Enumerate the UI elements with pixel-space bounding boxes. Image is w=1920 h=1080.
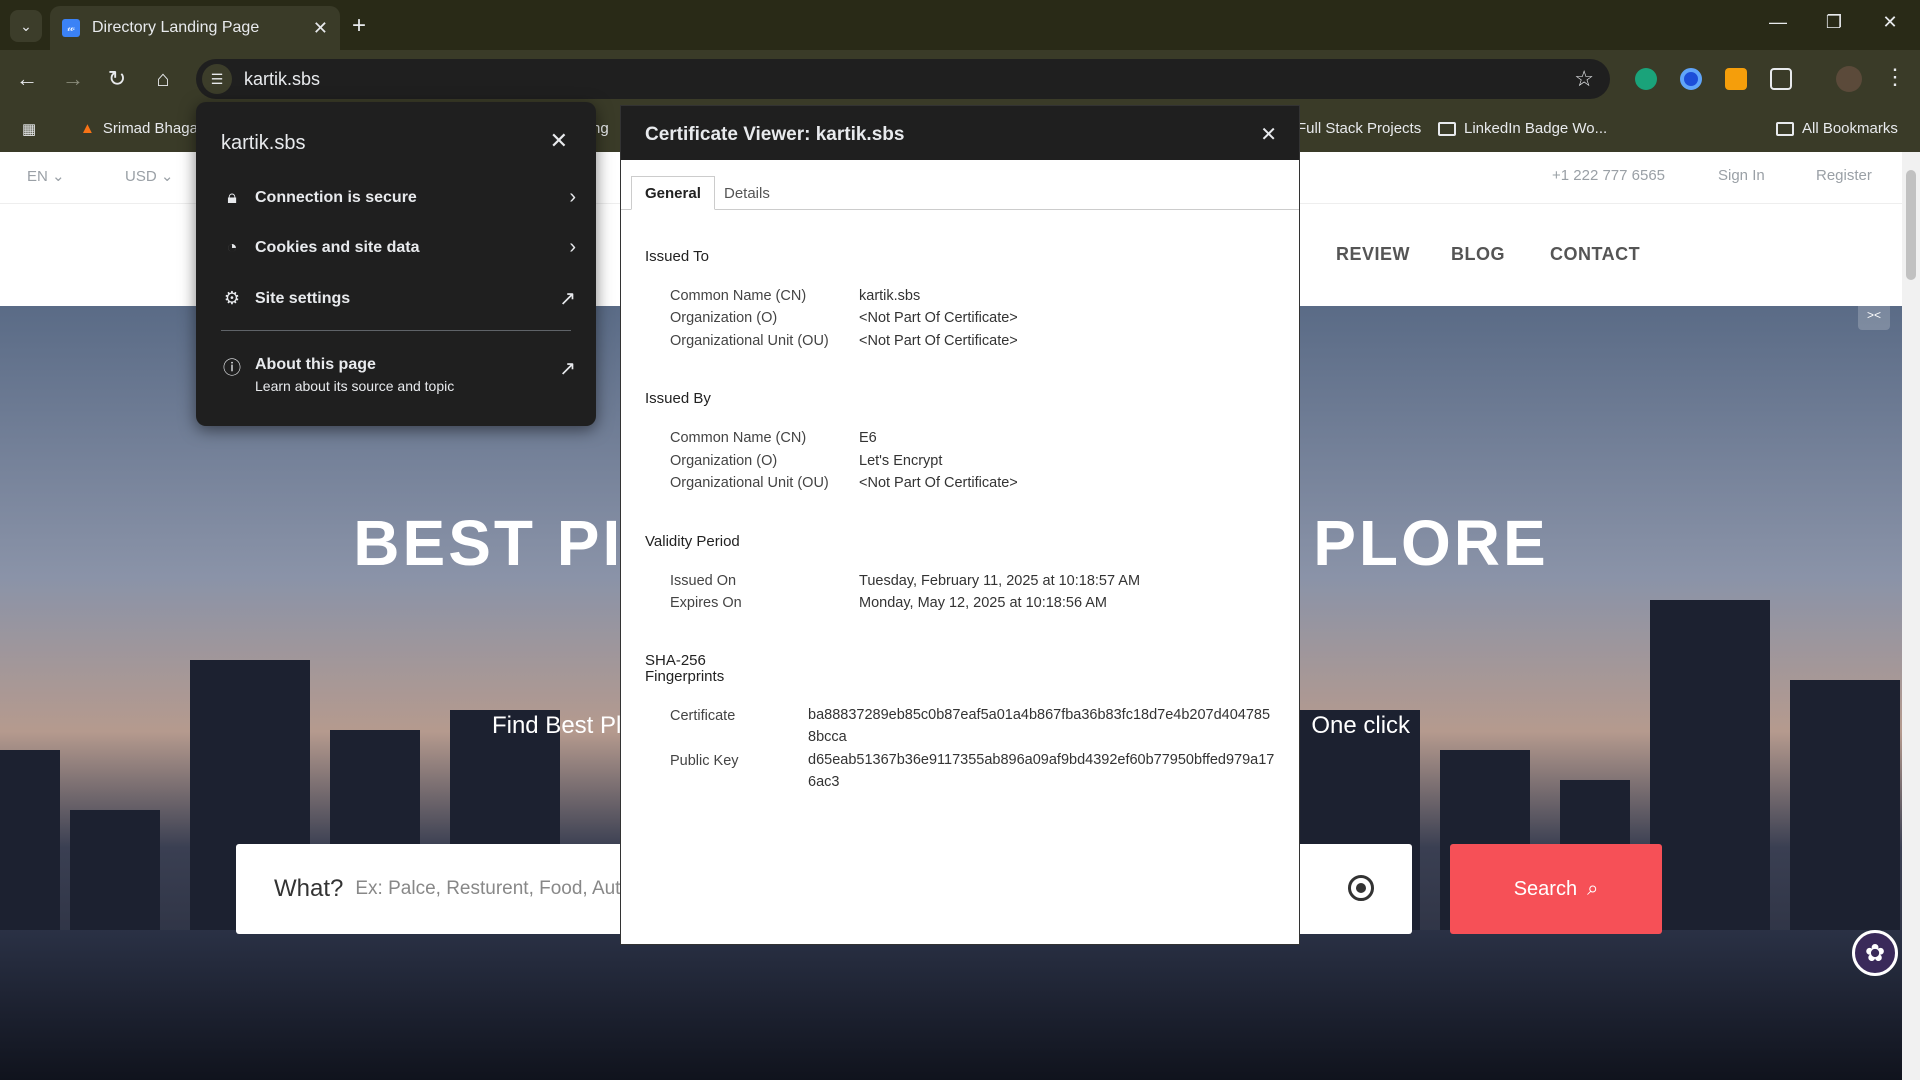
- external-link-icon: ↗: [559, 288, 576, 310]
- dialog-tabs: General Details: [621, 176, 1299, 210]
- tab-general[interactable]: General: [631, 176, 715, 210]
- forward-icon[interactable]: →: [58, 66, 88, 92]
- certificate-viewer-dialog: Certificate Viewer: kartik.sbs ✕ General…: [620, 105, 1300, 945]
- page-scrollbar[interactable]: [1902, 152, 1920, 1080]
- lock-icon: 🔒︎: [227, 187, 237, 207]
- chevron-right-icon: ›: [569, 236, 576, 258]
- issued-to-ou-key: Organizational Unit (OU): [670, 333, 829, 349]
- info-icon: ⓘ: [223, 358, 241, 378]
- bookmark-favicon-icon: ▲: [80, 120, 95, 137]
- site-info-icon[interactable]: ☰: [202, 64, 232, 94]
- cookies-item[interactable]: ◔ Cookies and site data ›: [221, 236, 576, 259]
- dialog-header: Certificate Viewer: kartik.sbs ✕: [621, 106, 1299, 160]
- apps-grid-icon[interactable]: ▦: [22, 120, 36, 138]
- dialog-title: Certificate Viewer: kartik.sbs: [645, 124, 905, 145]
- issued-to-o-key: Organization (O): [670, 310, 778, 326]
- issued-to-cn-value: kartik.sbs: [859, 288, 921, 304]
- issued-by-ou-key: Organizational Unit (OU): [670, 475, 829, 491]
- url-text[interactable]: kartik.sbs: [244, 69, 1574, 90]
- site-info-popup: kartik.sbs ✕ 🔒︎ Connection is secure › ◔…: [196, 102, 596, 426]
- close-icon[interactable]: ✕: [550, 128, 568, 154]
- issued-on-key: Issued On: [670, 573, 737, 589]
- issued-to-heading: Issued To: [645, 248, 709, 265]
- maximize-button[interactable]: ❐: [1814, 12, 1854, 33]
- tab-active[interactable]: 𝓌 Directory Landing Page ✕: [50, 6, 340, 50]
- currency-select[interactable]: USD ⌄: [125, 167, 173, 185]
- popup-title: kartik.sbs: [221, 132, 306, 154]
- issued-by-cn-value: E6: [859, 430, 877, 446]
- fingerprints-heading: SHA-256 Fingerprints: [645, 652, 725, 685]
- folder-icon: [1438, 121, 1456, 136]
- extension-circle-icon[interactable]: [1680, 68, 1702, 90]
- popup-divider: [221, 330, 571, 331]
- home-icon[interactable]: ⌂: [148, 66, 178, 92]
- bay-water: [0, 930, 1902, 1080]
- close-icon[interactable]: ✕: [1260, 122, 1277, 147]
- expires-on-key: Expires On: [670, 595, 742, 611]
- bookmark-folder[interactable]: LinkedIn Badge Wo...: [1438, 120, 1607, 137]
- fp-certificate-key: Certificate: [670, 708, 736, 724]
- extension-orange-icon[interactable]: [1725, 68, 1747, 90]
- bookmark-star-icon[interactable]: ☆: [1574, 66, 1594, 92]
- bookmark-item[interactable]: Full Stack Projects: [1297, 120, 1421, 137]
- about-page-item[interactable]: ⓘ About this page Learn about its source…: [221, 356, 576, 394]
- cookie-icon: ◔: [226, 237, 238, 257]
- menu-kebab-icon[interactable]: ⋮: [1880, 64, 1910, 90]
- extension-quote-icon[interactable]: [1635, 68, 1657, 90]
- tab-strip: ⌄ 𝓌 Directory Landing Page ✕ + — ❐ ✕: [0, 0, 1920, 50]
- expand-icon[interactable]: ><: [1858, 300, 1890, 330]
- issued-to-ou-value: <Not Part Of Certificate>: [859, 333, 1018, 349]
- folder-icon: [1776, 121, 1794, 136]
- validity-heading: Validity Period: [645, 533, 740, 550]
- issued-on-value: Tuesday, February 11, 2025 at 10:18:57 A…: [859, 573, 1141, 589]
- issued-to-o-value: <Not Part Of Certificate>: [859, 310, 1018, 326]
- chevron-right-icon: ›: [569, 186, 576, 208]
- fp-public-key-key: Public Key: [670, 753, 739, 769]
- location-icon[interactable]: [1348, 875, 1374, 901]
- favicon-icon: 𝓌: [62, 19, 80, 37]
- search-label: What?: [274, 875, 344, 902]
- close-tab-icon[interactable]: ✕: [313, 18, 328, 39]
- close-window-button[interactable]: ✕: [1870, 12, 1910, 33]
- chevron-down-icon: ⌄: [20, 17, 32, 34]
- assistant-fab-icon[interactable]: ✿: [1852, 930, 1898, 976]
- fp-public-key-value: d65eab51367b36e9117355ab896a09af9bd4392e…: [808, 752, 1275, 790]
- nav-blog[interactable]: BLOG: [1451, 244, 1505, 265]
- connection-secure-item[interactable]: 🔒︎ Connection is secure ›: [221, 186, 576, 209]
- register-link[interactable]: Register: [1816, 167, 1872, 184]
- language-select[interactable]: EN ⌄: [27, 167, 65, 185]
- extensions-puzzle-icon[interactable]: [1770, 68, 1792, 90]
- issued-by-ou-value: <Not Part Of Certificate>: [859, 475, 1018, 491]
- search-input[interactable]: Ex: Palce, Resturent, Food, Aut: [355, 878, 620, 900]
- tab-details[interactable]: Details: [711, 176, 783, 210]
- issued-to-cn-key: Common Name (CN): [670, 288, 807, 304]
- external-link-icon: ↗: [559, 358, 576, 380]
- minimize-button[interactable]: —: [1758, 12, 1798, 33]
- sign-in-link[interactable]: Sign In: [1718, 167, 1765, 184]
- issued-by-o-value: Let's Encrypt: [859, 453, 943, 469]
- fp-certificate-value: ba88837289eb85c0b87eaf5a01a4b867fba36b83…: [808, 707, 1271, 745]
- toolbar: ← → ↻ ⌂ ☰ kartik.sbs ☆ ⋮: [0, 50, 1920, 108]
- search-button[interactable]: Search ⌕: [1450, 844, 1662, 934]
- scroll-thumb[interactable]: [1906, 170, 1916, 280]
- site-settings-item[interactable]: ⚙ Site settings ↗: [221, 286, 576, 311]
- bookmark-item[interactable]: ▲ Srimad Bhaga: [80, 120, 198, 137]
- issued-by-cn-key: Common Name (CN): [670, 430, 807, 446]
- reload-icon[interactable]: ↻: [102, 66, 132, 92]
- nav-contact[interactable]: CONTACT: [1550, 244, 1640, 265]
- issued-by-o-key: Organization (O): [670, 453, 778, 469]
- phone-number: +1 222 777 6565: [1552, 167, 1666, 184]
- gear-icon: ⚙: [223, 288, 241, 308]
- new-tab-button[interactable]: +: [352, 12, 366, 40]
- tab-title: Directory Landing Page: [92, 19, 260, 36]
- all-bookmarks[interactable]: All Bookmarks: [1776, 120, 1898, 137]
- tab-search-button[interactable]: ⌄: [10, 10, 42, 42]
- back-icon[interactable]: ←: [12, 66, 42, 92]
- issued-by-heading: Issued By: [645, 390, 711, 407]
- profile-avatar[interactable]: [1836, 66, 1862, 92]
- search-icon: ⌕: [1587, 877, 1599, 900]
- nav-review[interactable]: REVIEW: [1336, 244, 1410, 265]
- expires-on-value: Monday, May 12, 2025 at 10:18:56 AM: [859, 595, 1108, 611]
- address-bar[interactable]: ☰ kartik.sbs ☆: [196, 59, 1610, 99]
